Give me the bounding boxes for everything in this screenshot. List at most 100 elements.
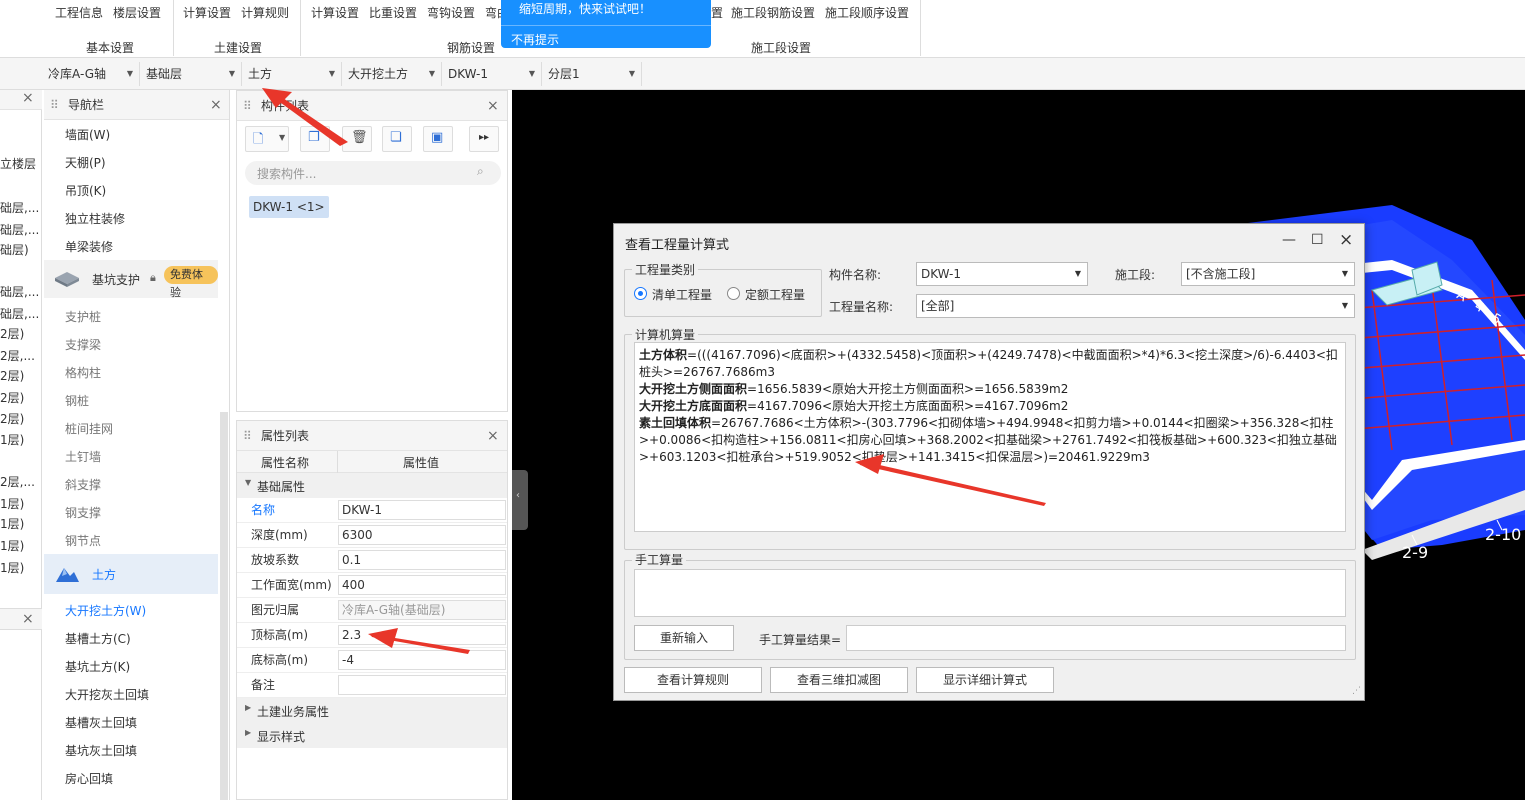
nav-item[interactable]: 支护桩 (65, 308, 101, 325)
manual-calc-input[interactable] (634, 569, 1346, 617)
nav-item[interactable]: 大开挖土方(W) (65, 602, 146, 619)
resize-grip-icon[interactable]: ⋰ (1352, 686, 1361, 696)
floor-list-item[interactable]: 础层,... (0, 221, 40, 238)
stage-order-settings-button[interactable]: 施工段顺序设置 (825, 4, 909, 21)
nav-item[interactable]: 钢支撑 (65, 504, 101, 521)
layer-select[interactable]: 分层1 ▼ (544, 62, 642, 86)
property-value-field[interactable] (338, 675, 506, 695)
floor-select[interactable]: 基础层 ▼ (142, 62, 242, 86)
nav-item[interactable]: 吊顶(K) (65, 182, 106, 199)
floor-list-item[interactable]: 1层) (0, 537, 40, 554)
floor-list-item[interactable]: 2层) (0, 367, 40, 384)
close-icon[interactable]: × (487, 421, 499, 451)
floor-list-item[interactable]: 2层,... (0, 347, 40, 364)
delete-button[interactable]: 🗑︎ (342, 126, 372, 152)
nav-item[interactable]: 桩间挂网 (65, 420, 113, 437)
floor-list-item[interactable]: 础层,... (0, 305, 40, 322)
property-value-field[interactable]: 2.3 (338, 625, 506, 645)
copy-button[interactable]: ❐ (300, 126, 330, 152)
manual-result-field[interactable] (846, 625, 1346, 651)
floor-list-item[interactable]: 2层,... (0, 473, 40, 490)
nav-item[interactable]: 房心回填 (65, 770, 113, 787)
stage-rebar-settings-button[interactable]: 施工段钢筋设置 (731, 4, 815, 21)
property-group-basic[interactable]: ▼ 基础属性 (237, 473, 507, 498)
nav-item[interactable]: 墙面(W) (65, 126, 110, 143)
floor-list-item[interactable]: 2层) (0, 410, 40, 427)
calc-formula-text[interactable]: 土方体积=(((4167.7096)<底面积>+(4332.5458)<顶面积>… (634, 342, 1346, 532)
property-value-field[interactable]: 冷库A-G轴(基础层) (338, 600, 506, 620)
new-component-button[interactable]: 🗋︎ ▼ (245, 126, 289, 152)
hidden-button-tail[interactable]: 置 (711, 4, 723, 21)
nav-item[interactable]: 天棚(P) (65, 154, 106, 171)
nav-item[interactable]: 大开挖灰土回填 (65, 686, 149, 703)
floor-settings-button[interactable]: 楼层设置 (113, 4, 161, 21)
property-group-civil[interactable]: ▶ 土建业务属性 (237, 698, 507, 723)
civil-calc-settings-button[interactable]: 计算设置 (183, 4, 231, 21)
property-value-field[interactable]: 400 (338, 575, 506, 595)
collapse-side-handle[interactable]: ‹ (512, 470, 528, 530)
drag-handle-icon[interactable]: ⠿ (243, 421, 252, 451)
component-item[interactable]: DKW-1 <1> (249, 196, 329, 218)
nav-scrollbar[interactable] (220, 412, 228, 800)
area-select[interactable]: 冷库A-G轴 ▼ (44, 62, 140, 86)
component-search-input[interactable]: 搜索构件... ⌕ (245, 161, 501, 185)
hook-settings-button[interactable]: 弯钩设置 (427, 4, 475, 21)
view-3d-deduction-button[interactable]: 查看三维扣减图 (770, 667, 908, 693)
show-detailed-formula-button[interactable]: 显示详细计算式 (916, 667, 1054, 693)
floor-list-item[interactable]: 础层,... (0, 199, 40, 216)
floor-list-item[interactable]: 2层) (0, 325, 40, 342)
nav-item[interactable]: 支撑梁 (65, 336, 101, 353)
floor-list-item[interactable]: 2层) (0, 389, 40, 406)
nav-item[interactable]: 基槽土方(C) (65, 630, 131, 647)
comp-name-select[interactable]: DKW-1 ▼ (916, 262, 1088, 286)
weight-settings-button[interactable]: 比重设置 (369, 4, 417, 21)
floor-list-item[interactable]: 立楼层 (0, 155, 40, 172)
nav-section-earthwork[interactable]: 土方 (44, 554, 218, 594)
drag-handle-icon[interactable]: ⠿ (243, 91, 252, 121)
close-icon[interactable]: × (487, 91, 499, 121)
nav-item[interactable]: 斜支撑 (65, 476, 101, 493)
radio-list-qty[interactable] (634, 287, 647, 300)
close-icon[interactable]: × (210, 90, 222, 120)
view-calc-rules-button[interactable]: 查看计算规则 (624, 667, 762, 693)
more-tools-button[interactable]: ▸▸ (469, 126, 499, 152)
floor-list-item[interactable]: 1层) (0, 515, 40, 532)
property-value-field[interactable]: -4 (338, 650, 506, 670)
copy-to-floor-button[interactable]: ❏ (382, 126, 412, 152)
nav-item[interactable]: 基坑土方(K) (65, 658, 130, 675)
save-template-button[interactable]: ▣ (423, 126, 453, 152)
nav-item[interactable]: 单梁装修 (65, 238, 113, 255)
minimize-icon[interactable]: — (1282, 232, 1296, 248)
nav-item[interactable]: 独立柱装修 (65, 210, 125, 227)
nav-item[interactable]: 土钉墙 (65, 448, 101, 465)
free-trial-badge[interactable]: 免费体验 (164, 266, 218, 299)
floor-list-item[interactable]: 1层) (0, 559, 40, 576)
search-icon[interactable]: ⌕ (477, 164, 484, 179)
nav-item[interactable]: 基坑灰土回填 (65, 742, 137, 759)
type-select[interactable]: 大开挖土方 ▼ (344, 62, 442, 86)
floor-list-item[interactable]: 础层,... (0, 283, 40, 300)
component-select[interactable]: DKW-1 ▼ (444, 62, 542, 86)
close-icon[interactable]: × (22, 611, 34, 627)
maximize-icon[interactable]: ☐ (1311, 232, 1324, 248)
nav-section-foundation-support[interactable]: 基坑支护 🔒︎ 免费体验 (44, 260, 218, 299)
floor-list-item[interactable]: 1层) (0, 431, 40, 448)
floor-list-item[interactable]: 础层) (0, 241, 40, 258)
qty-name-select[interactable]: [全部] ▼ (916, 294, 1355, 318)
category-select[interactable]: 土方 ▼ (244, 62, 342, 86)
drag-handle-icon[interactable]: ⠿ (50, 90, 59, 120)
toast-dismiss-link[interactable]: 不再提示 (511, 31, 559, 48)
property-group-display[interactable]: ▶ 显示样式 (237, 723, 507, 748)
stage-select[interactable]: [不含施工段] ▼ (1181, 262, 1355, 286)
close-icon[interactable]: × (1339, 230, 1353, 250)
nav-item[interactable]: 钢节点 (65, 532, 101, 549)
nav-item[interactable]: 钢桩 (65, 392, 89, 409)
project-info-button[interactable]: 工程信息 (55, 4, 103, 21)
close-icon[interactable]: × (22, 90, 34, 106)
reenter-button[interactable]: 重新输入 (634, 625, 734, 651)
radio-quota-qty[interactable] (727, 287, 740, 300)
floor-list-item[interactable]: 1层) (0, 495, 40, 512)
nav-item[interactable]: 基槽灰土回填 (65, 714, 137, 731)
property-value-field[interactable]: 6300 (338, 525, 506, 545)
nav-item[interactable]: 格构柱 (65, 364, 101, 381)
